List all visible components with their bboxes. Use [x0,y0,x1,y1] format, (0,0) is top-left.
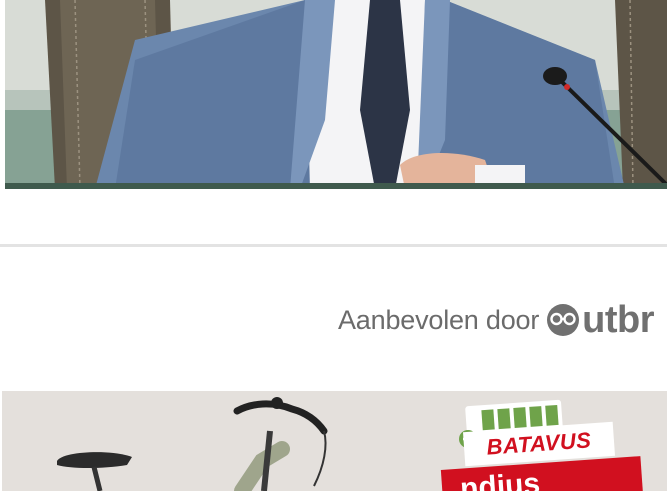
hero-photo-illustration [5,0,667,189]
outbrain-wordmark: utbr [582,299,655,341]
recommended-by-label: Aanbevolen door [338,304,540,335]
page: Aanbevolen door utbr BATAVUS ndius [0,0,667,491]
outbrain-logo[interactable]: utbr [545,299,655,341]
outbrain-glasses-icon [547,304,580,336]
promo-banner-text: ndius [459,467,542,491]
recommended-ad-image[interactable]: BATAVUS ndius [2,391,667,491]
recommended-by-outbrain[interactable]: Aanbevolen door utbr [338,298,655,342]
content-separator [0,244,667,247]
article-hero-image[interactable] [5,0,667,189]
batavus-brand-text: BATAVUS [485,427,593,460]
